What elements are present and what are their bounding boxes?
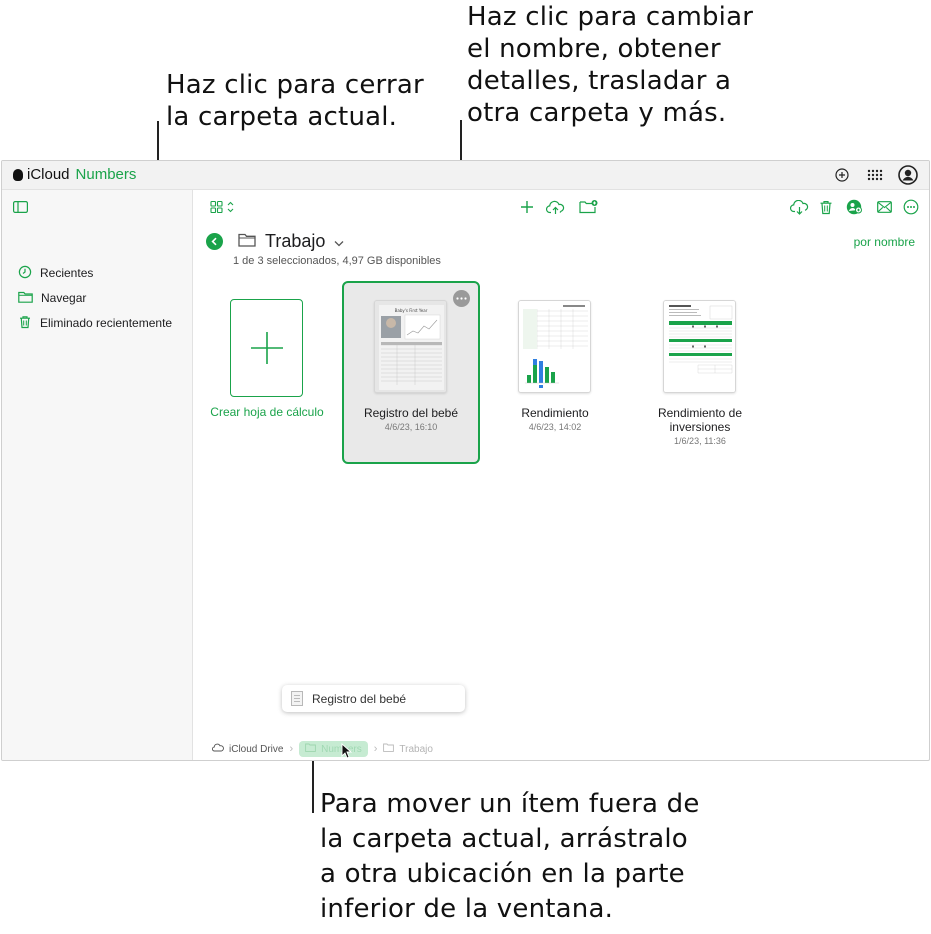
folder-icon (383, 743, 395, 755)
ellipsis-icon (456, 297, 467, 300)
more-icon[interactable] (902, 198, 920, 216)
trash-icon[interactable] (818, 198, 834, 216)
chevron-right-icon: › (289, 743, 294, 755)
breadcrumb-label: iCloud Drive (229, 743, 284, 755)
plus-icon[interactable] (519, 199, 535, 215)
sidebar-item-eliminado[interactable]: Eliminado recientemente (18, 314, 172, 332)
breadcrumb-numbers-drop-target[interactable]: Numbers (299, 741, 368, 757)
titlebar: iCloud Numbers (2, 161, 929, 190)
sidebar-item-navegar[interactable]: Navegar (18, 289, 86, 307)
document-name: Registro del bebé (363, 406, 459, 420)
new-folder-icon[interactable] (578, 198, 598, 216)
document-thumbnail[interactable] (518, 300, 591, 393)
breadcrumb-icloud-drive[interactable]: iCloud Drive (211, 743, 284, 755)
selection-status: 1 de 3 seleccionados, 4,97 GB disponible… (233, 255, 441, 267)
share-icon[interactable] (844, 198, 864, 216)
sort-by-button[interactable]: por nombre (854, 235, 915, 249)
document-name: Rendimiento (521, 406, 589, 420)
leader-line-move (312, 753, 314, 813)
clock-icon (18, 265, 32, 282)
download-icon[interactable] (789, 198, 809, 216)
chevron-left-icon (211, 237, 217, 246)
main-content: Trabajo 1 de 3 seleccionados, 4,97 GB di… (194, 190, 929, 760)
sidebar-item-label: Eliminado recientemente (40, 316, 173, 330)
account-icon[interactable] (897, 164, 919, 186)
mouse-cursor-icon (341, 743, 352, 759)
grid-view-icon[interactable] (208, 199, 238, 215)
folder-name: Trabajo (265, 231, 326, 251)
sidebar-toggle-icon[interactable] (13, 200, 29, 218)
document-date: 4/6/23, 14:02 (528, 422, 582, 432)
brand-icloud: iCloud (27, 166, 70, 183)
create-spreadsheet-button[interactable] (230, 299, 303, 397)
trash-icon (18, 315, 32, 332)
chevron-down-icon (334, 231, 344, 252)
callout-move-item: Para mover un ítem fuera de la carpeta a… (320, 789, 700, 924)
document-icon (291, 691, 303, 706)
create-spreadsheet-label[interactable]: Crear hoja de cálculo (202, 405, 332, 419)
sidebar-item-recientes[interactable]: Recientes (18, 264, 93, 282)
document-date: 4/6/23, 16:10 (384, 422, 438, 432)
add-circle-icon[interactable] (831, 164, 853, 186)
document-name: Rendimiento de inversiones (657, 406, 743, 434)
brand-numbers: Numbers (75, 166, 137, 183)
close-folder-button[interactable] (206, 233, 223, 250)
app-brand[interactable]: iCloud Numbers (13, 166, 136, 183)
drag-preview: Registro del bebé (282, 685, 465, 712)
plus-icon (250, 332, 283, 364)
sidebar-item-label: Recientes (40, 266, 94, 280)
drag-preview-label: Registro del bebé (312, 691, 407, 706)
icloud-window: iCloud Numbers Recientes Navegar Elimina… (1, 160, 930, 761)
folder-icon (238, 231, 256, 252)
callout-more-actions: Haz clic para cambiar el nombre, obtener… (467, 2, 754, 128)
callout-close-folder: Haz clic para cerrar la carpeta actual. (166, 70, 424, 132)
chevron-right-icon: › (373, 743, 378, 755)
mail-icon[interactable] (875, 198, 893, 216)
cloud-icon (211, 743, 224, 755)
sidebar: Recientes Navegar Eliminado recientement… (2, 190, 193, 760)
svg-text:Baby's First Year: Baby's First Year (395, 308, 428, 313)
folder-title[interactable]: Trabajo (238, 231, 344, 252)
breadcrumb-label: Trabajo (399, 743, 433, 755)
document-thumbnail[interactable]: Baby's First Year (374, 300, 447, 393)
document-date: 1/6/23, 11:36 (674, 436, 726, 446)
apps-grid-icon[interactable] (864, 164, 886, 186)
breadcrumb: iCloud Drive › Numbers › Trabajo (211, 741, 433, 757)
sidebar-item-label: Navegar (41, 291, 87, 305)
apple-logo-icon (13, 168, 23, 181)
breadcrumb-trabajo[interactable]: Trabajo (383, 743, 433, 755)
folder-icon (305, 743, 316, 755)
document-thumbnail[interactable] (663, 300, 736, 393)
document-more-button[interactable] (453, 290, 470, 307)
upload-icon[interactable] (545, 198, 565, 216)
folder-icon (18, 291, 33, 306)
